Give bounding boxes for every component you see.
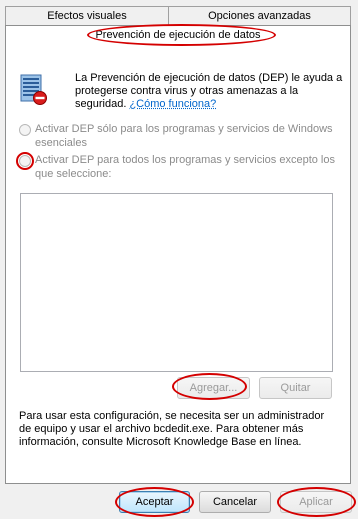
tab-visual-effects-label: Efectos visuales — [47, 10, 127, 22]
tab-data-execution-prevention[interactable]: Prevención de ejecución de datos — [5, 25, 351, 47]
admin-info-text: Para usar esta configuración, se necesit… — [19, 410, 344, 449]
radio-all-except-selected[interactable] — [19, 155, 31, 167]
option-essential-label: Activar DEP sólo para los programas y se… — [35, 122, 333, 150]
option-all-line-2: que seleccione: — [35, 168, 112, 180]
dep-shield-icon — [20, 74, 47, 105]
exceptions-list[interactable] — [20, 193, 333, 372]
admin-info-line-3: información, consulte Microsoft Knowledg… — [19, 436, 302, 448]
how-it-works-link[interactable]: ¿Cómo funciona? — [129, 98, 216, 110]
admin-info-line-2: de equipo y usar el archivo bcdedit.exe.… — [19, 423, 304, 435]
intro-line-1: La Prevención de ejecución de datos (DEP… — [75, 72, 343, 84]
option-all-label: Activar DEP para todos los programas y s… — [35, 153, 335, 181]
intro-line-3-prefix: seguridad. — [75, 98, 130, 110]
option-essential-line-1: Activar DEP sólo para los programas y se… — [35, 123, 333, 135]
add-button[interactable]: Agregar... — [177, 377, 250, 399]
cancel-button[interactable]: Cancelar — [199, 491, 271, 513]
remove-button[interactable]: Quitar — [259, 377, 332, 399]
intro-text: La Prevención de ejecución de datos (DEP… — [75, 72, 345, 111]
tab-dep-label: Prevención de ejecución de datos — [95, 29, 261, 41]
tab-visual-effects[interactable]: Efectos visuales — [5, 6, 169, 26]
option-all-line-1: Activar DEP para todos los programas y s… — [35, 154, 335, 166]
apply-button[interactable]: Aplicar — [280, 491, 352, 513]
option-essential-line-2: esenciales — [35, 137, 87, 149]
admin-info-line-1: Para usar esta configuración, se necesit… — [19, 410, 325, 422]
radio-essential-only[interactable] — [19, 124, 31, 136]
tab-advanced-options-label: Opciones avanzadas — [208, 10, 311, 22]
ok-button[interactable]: Aceptar — [119, 491, 190, 513]
tab-advanced-options[interactable]: Opciones avanzadas — [168, 6, 351, 26]
intro-line-2: protegerse contra virus y otras amenazas… — [75, 85, 299, 97]
